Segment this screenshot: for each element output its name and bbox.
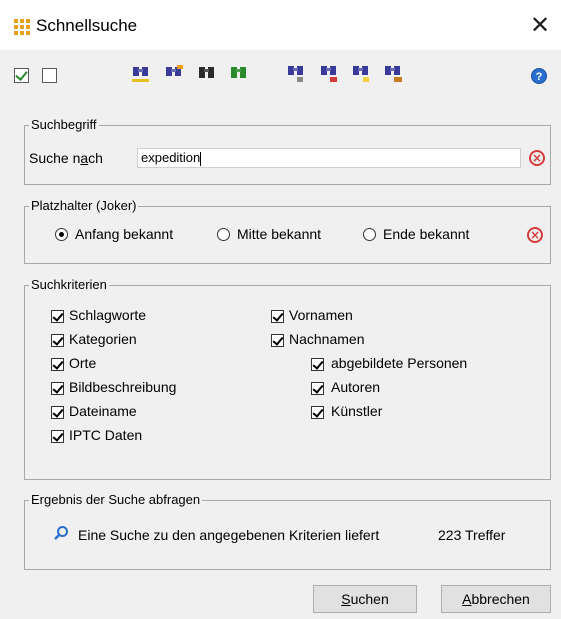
kategorien-label: Kategorien	[69, 331, 137, 347]
binoculars-icon[interactable]	[382, 64, 404, 84]
title-bar: Schnellsuche ✕	[0, 0, 561, 50]
search-icon	[54, 526, 68, 540]
kuenstler-label: Künstler	[331, 403, 383, 419]
bildbeschreibung-label: Bildbeschreibung	[69, 379, 177, 395]
result-legend: Ergebnis der Suche abfragen	[29, 492, 203, 508]
binoculars-icon[interactable]	[130, 64, 152, 84]
wildcard-group: Platzhalter (Joker) Anfang bekannt Mitte…	[24, 198, 551, 264]
wildcard-legend: Platzhalter (Joker)	[29, 198, 139, 214]
search-input[interactable]: expedition	[137, 148, 521, 168]
search-criteria-legend: Suchkriterien	[29, 277, 109, 293]
checkbox-kuenstler[interactable]	[311, 406, 324, 419]
checkbox-schlagworte[interactable]	[51, 310, 64, 323]
dateiname-label: Dateiname	[69, 403, 137, 419]
dialog-window: Schnellsuche ✕ ? Suchbegriff Suche nach …	[0, 0, 561, 619]
radio-anfang-bekannt[interactable]	[55, 228, 68, 241]
window-title: Schnellsuche	[36, 16, 138, 35]
checkbox-abgebildete-personen[interactable]	[311, 358, 324, 371]
binoculars-icon[interactable]	[228, 64, 250, 84]
cancel-button[interactable]: Abbrechen	[441, 585, 551, 613]
result-count: 223 Treffer	[438, 527, 506, 543]
checkbox-orte[interactable]	[51, 358, 64, 371]
search-criteria-group: Suchkriterien Schlagworte Kategorien Ort…	[24, 277, 551, 480]
check-all-button[interactable]	[14, 68, 29, 83]
checkbox-dateiname[interactable]	[51, 406, 64, 419]
search-for-label: Suche nach	[29, 150, 103, 166]
checkbox-kategorien[interactable]	[51, 334, 64, 347]
checkbox-bildbeschreibung[interactable]	[51, 382, 64, 395]
result-text: Eine Suche zu den angegebenen Kriterien …	[78, 527, 380, 543]
toolbar: ?	[0, 50, 561, 104]
binoculars-icon[interactable]	[350, 64, 372, 84]
binoculars-icon[interactable]	[196, 64, 218, 84]
clear-wildcard-icon[interactable]: ×	[527, 227, 543, 243]
search-term-legend: Suchbegriff	[29, 117, 99, 133]
anfang-bekannt-label: Anfang bekannt	[75, 226, 174, 242]
checkbox-vornamen[interactable]	[271, 310, 284, 323]
binoculars-icon[interactable]	[285, 64, 307, 84]
abgebildete-personen-label: abgebildete Personen	[331, 355, 468, 371]
checkbox-autoren[interactable]	[311, 382, 324, 395]
binoculars-icon[interactable]	[163, 64, 185, 84]
clear-search-icon[interactable]: ×	[529, 150, 545, 166]
vornamen-label: Vornamen	[289, 307, 353, 323]
iptc-daten-label: IPTC Daten	[69, 427, 143, 443]
mitte-bekannt-label: Mitte bekannt	[237, 226, 322, 242]
checkbox-nachnamen[interactable]	[271, 334, 284, 347]
uncheck-all-button[interactable]	[42, 68, 57, 83]
nachnamen-label: Nachnamen	[289, 331, 365, 347]
radio-ende-bekannt[interactable]	[363, 228, 376, 241]
autoren-label: Autoren	[331, 379, 381, 395]
checkbox-iptc-daten[interactable]	[51, 430, 64, 443]
schlagworte-label: Schlagworte	[69, 307, 147, 323]
ende-bekannt-label: Ende bekannt	[383, 226, 470, 242]
result-group: Ergebnis der Suche abfragen Eine Suche z…	[24, 492, 551, 570]
close-icon[interactable]: ✕	[525, 10, 555, 40]
binoculars-icon[interactable]	[318, 64, 340, 84]
search-term-group: Suchbegriff Suche nach expedition ×	[24, 117, 551, 185]
search-button[interactable]: Suchen	[313, 585, 417, 613]
radio-mitte-bekannt[interactable]	[217, 228, 230, 241]
orte-label: Orte	[69, 355, 97, 371]
app-grid-icon	[14, 19, 30, 35]
help-icon[interactable]: ?	[531, 68, 547, 84]
